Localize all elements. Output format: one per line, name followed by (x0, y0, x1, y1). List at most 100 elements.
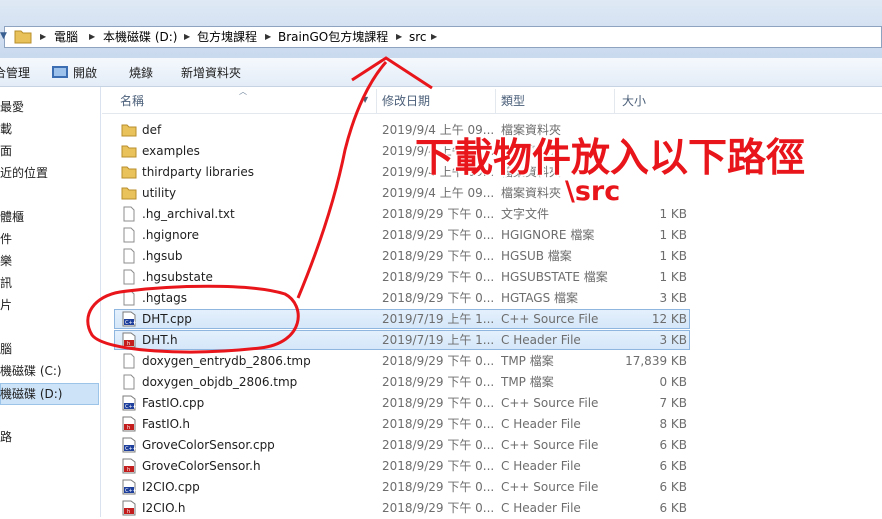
breadcrumb-arrow-icon[interactable]: ▶ (265, 29, 271, 45)
file-name: I2CIO.cpp (142, 480, 200, 494)
breadcrumb-braingo-course[interactable]: BrainGO包方塊課程 (278, 29, 388, 45)
annotation-path: \src (565, 176, 621, 207)
breadcrumb-arrow-icon[interactable]: ▶ (184, 29, 190, 45)
header-file-icon: h (121, 416, 137, 432)
nav-item-network[interactable]: 網路 (0, 428, 100, 446)
nav-item-recent-places[interactable]: 最近的位置 (0, 164, 100, 182)
column-filter-dropdown-icon[interactable]: ▼ (362, 95, 368, 104)
svg-text:C++: C++ (125, 488, 137, 494)
folder-icon (121, 164, 137, 180)
file-size: 7 KB (659, 396, 687, 410)
nav-item-documents[interactable]: 文件 (0, 230, 100, 248)
folder-icon (14, 28, 32, 44)
file-date: 2018/9/29 下午 0... (382, 270, 494, 284)
file-type: C Header File (501, 501, 581, 515)
column-header-type[interactable]: 類型 (501, 92, 525, 110)
breadcrumb-drive-d[interactable]: 本機磁碟 (D:) (103, 29, 177, 45)
burn-button[interactable]: 燒錄 (129, 65, 153, 81)
breadcrumb-computer[interactable]: 電腦 (54, 29, 78, 45)
header-file-icon: h (121, 458, 137, 474)
file-name: DHT.cpp (142, 312, 192, 326)
file-size: 1 KB (659, 249, 687, 263)
svg-text:h: h (127, 467, 130, 473)
file-size: 1 KB (659, 270, 687, 284)
nav-item-computer[interactable]: 電腦 (0, 340, 100, 358)
svg-text:h: h (127, 341, 130, 347)
svg-text:C++: C++ (125, 404, 137, 410)
file-size: 0 KB (659, 375, 687, 389)
file-date: 2018/9/29 下午 0... (382, 375, 494, 389)
file-type: C++ Source File (501, 438, 599, 452)
file-date: 2019/7/19 上午 1... (382, 312, 494, 326)
svg-text:h: h (127, 425, 130, 431)
nav-item-libraries[interactable]: 媒體櫃 (0, 208, 100, 226)
nav-item-favorites[interactable]: 的最愛 (0, 98, 100, 116)
file-type: HGTAGS 檔案 (501, 291, 579, 305)
file-type: C Header File (501, 417, 581, 431)
file-date: 2018/9/29 下午 0... (382, 291, 494, 305)
file-size: 17,839 KB (625, 354, 687, 368)
file-name: .hgsubstate (142, 270, 213, 284)
breadcrumb-arrow-icon[interactable]: ▶ (89, 29, 95, 45)
column-divider[interactable] (495, 89, 496, 113)
new-folder-button[interactable]: 新增資料夾 (181, 65, 241, 81)
breadcrumb-course[interactable]: 包方塊課程 (197, 29, 257, 45)
breadcrumb-arrow-icon[interactable]: ▶ (40, 29, 46, 45)
column-header-size[interactable]: 大小 (622, 92, 646, 110)
file-date: 2018/9/29 下午 0... (382, 459, 494, 473)
file-size: 12 KB (651, 312, 687, 326)
column-divider[interactable] (614, 89, 615, 113)
breadcrumb-arrow-icon[interactable]: ▶ (431, 29, 437, 45)
address-history-dropdown-icon[interactable]: ▼ (0, 28, 10, 44)
organize-button[interactable]: 組合管理 ▼ (0, 65, 30, 81)
file-icon (121, 353, 137, 369)
file-name: doxygen_objdb_2806.tmp (142, 375, 298, 389)
column-divider[interactable] (376, 89, 377, 113)
file-name: .hgsub (142, 249, 183, 263)
file-date: 2018/9/29 下午 0... (382, 501, 494, 515)
file-date: 2018/9/29 下午 0... (382, 249, 494, 263)
nav-item-videos[interactable]: 視訊 (0, 274, 100, 292)
breadcrumb-arrow-icon[interactable]: ▶ (396, 29, 402, 45)
nav-item-drive-c[interactable]: 本機磁碟 (C:) (0, 362, 100, 380)
column-header-name[interactable]: 名稱 (120, 92, 144, 110)
file-name: GroveColorSensor.h (142, 459, 261, 473)
nav-item-music[interactable]: 音樂 (0, 252, 100, 270)
header-file-icon: h (121, 332, 137, 348)
nav-item-downloads[interactable]: 下載 (0, 120, 100, 138)
annotation-headline: 下載物件放入以下路徑 (415, 136, 806, 181)
file-name: .hg_archival.txt (142, 207, 235, 221)
breadcrumb-src[interactable]: src (409, 29, 427, 45)
file-name: GroveColorSensor.cpp (142, 438, 275, 452)
file-icon (121, 269, 137, 285)
file-type: C++ Source File (501, 480, 599, 494)
file-date: 2018/9/29 下午 0... (382, 396, 494, 410)
nav-item-pictures[interactable]: 圖片 (0, 296, 100, 314)
file-name: DHT.h (142, 333, 178, 347)
column-header-date[interactable]: 修改日期 (382, 92, 430, 110)
file-size: 6 KB (659, 501, 687, 515)
file-size: 3 KB (659, 333, 687, 347)
file-size: 1 KB (659, 207, 687, 221)
file-size (622, 183, 687, 203)
sort-ascending-icon: ︿ (239, 87, 247, 96)
file-date: 2018/9/29 下午 0... (382, 207, 494, 221)
file-type: TMP 檔案 (501, 354, 554, 368)
file-date: 2018/9/29 下午 0... (382, 354, 494, 368)
svg-text:h: h (127, 509, 130, 515)
file-date: 2018/9/29 下午 0... (382, 417, 494, 431)
file-name: I2CIO.h (142, 501, 186, 515)
file-icon (121, 227, 137, 243)
nav-item-desktop[interactable]: 桌面 (0, 142, 100, 160)
open-button[interactable]: 開啟 (73, 65, 97, 81)
file-date: 2019/7/19 上午 1... (382, 333, 494, 347)
file-icon (121, 290, 137, 306)
file-size: 8 KB (659, 417, 687, 431)
file-type: C Header File (501, 333, 581, 347)
cpp-file-icon: C++ (121, 479, 137, 495)
folder-icon (121, 185, 137, 201)
file-name: thirdparty libraries (142, 165, 254, 179)
file-date: 2018/9/29 下午 0... (382, 480, 494, 494)
nav-item-drive-d[interactable]: 本機磁碟 (D:) (0, 385, 100, 403)
file-size: 6 KB (659, 459, 687, 473)
